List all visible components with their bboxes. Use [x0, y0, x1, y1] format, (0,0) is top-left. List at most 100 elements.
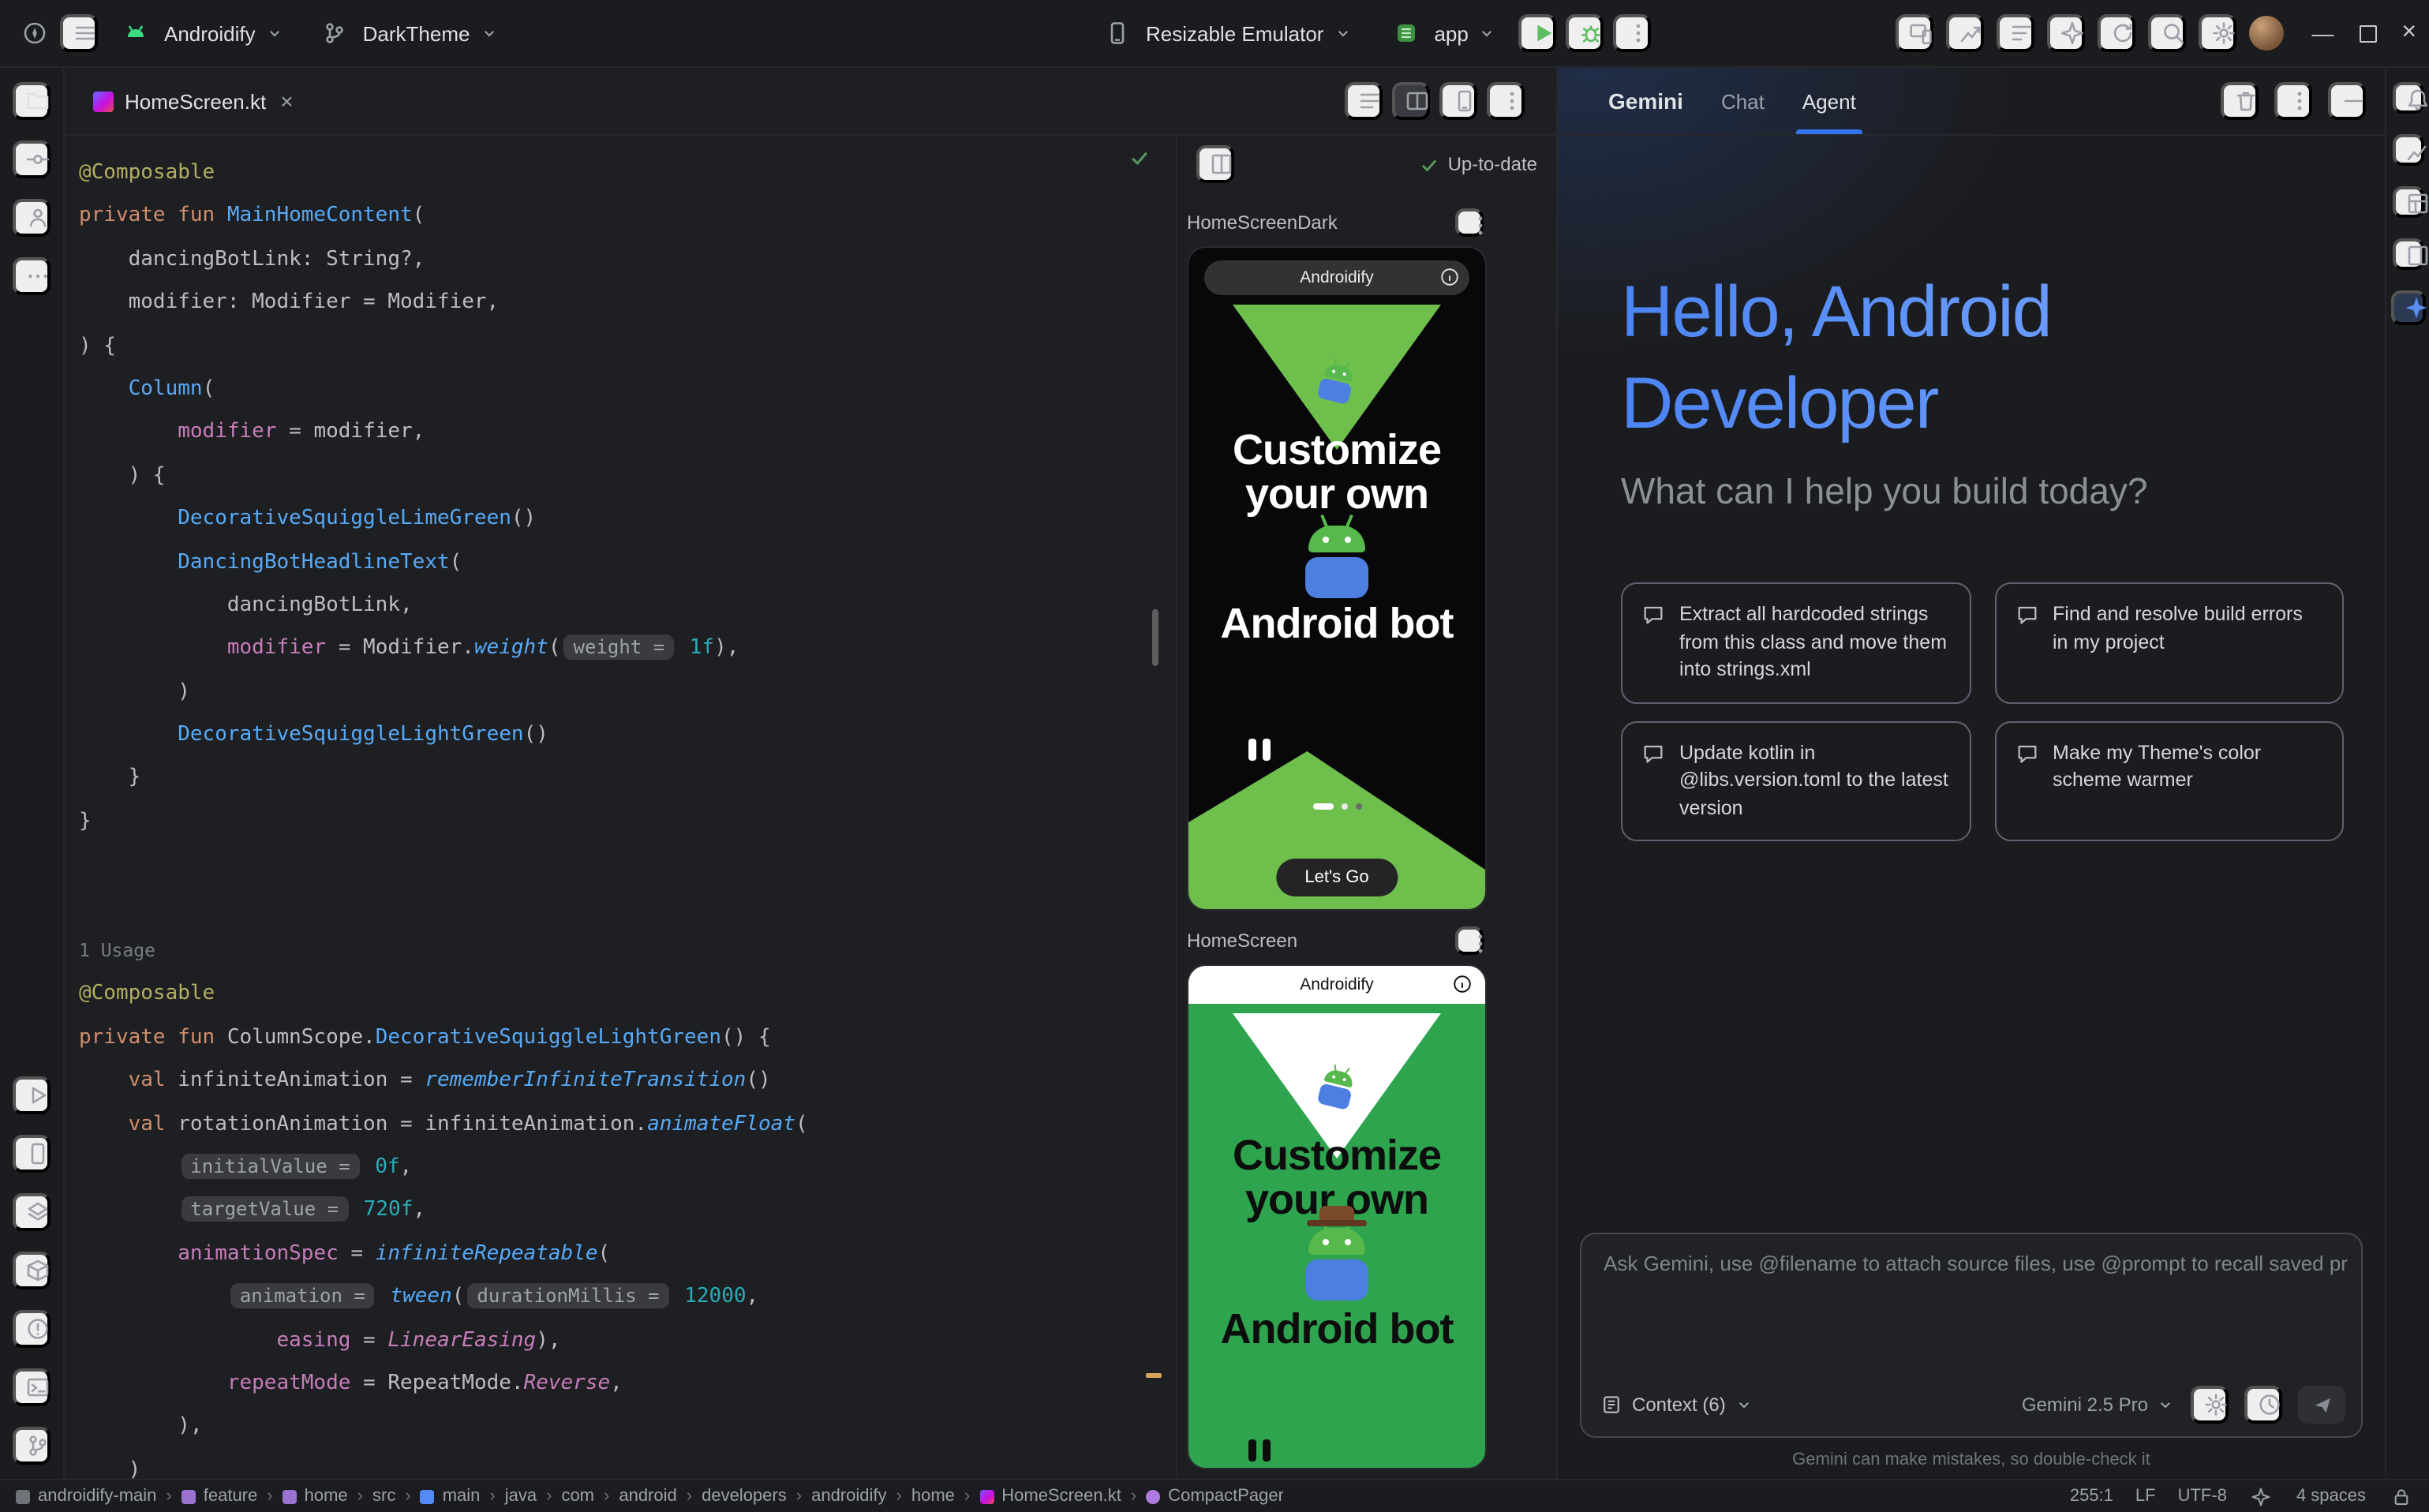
gemini-settings-icon[interactable] — [2191, 1386, 2229, 1424]
editor-scrollbar[interactable] — [1152, 609, 1158, 666]
file-encoding[interactable]: UTF-8 — [2178, 1487, 2227, 1506]
code-line[interactable]: } — [79, 757, 1176, 800]
code-line[interactable]: targetValue = 720f, — [79, 1189, 1176, 1233]
breadcrumb-item[interactable]: androidify-main — [16, 1487, 156, 1506]
breadcrumb-item[interactable]: HomeScreen.kt — [979, 1487, 1121, 1506]
build-icon[interactable] — [13, 1252, 51, 1289]
project-selector[interactable]: Androidify — [104, 8, 297, 58]
split-view-icon[interactable] — [1392, 82, 1430, 120]
preview-kebab-icon[interactable] — [1455, 208, 1484, 237]
code-line[interactable] — [79, 886, 1176, 930]
lock-icon[interactable] — [2388, 1484, 2413, 1509]
gemini-suggestion-card[interactable]: Make my Theme's color scheme warmer — [1994, 720, 2344, 841]
tab-homescreen-kt[interactable]: HomeScreen.kt × — [77, 68, 309, 134]
breadcrumb-item[interactable]: feature — [182, 1487, 258, 1506]
code-line[interactable]: repeatMode = RepeatMode.Reverse, — [79, 1362, 1176, 1405]
code-line[interactable]: } — [79, 800, 1176, 844]
code-line[interactable]: ), — [79, 1405, 1176, 1449]
code-line[interactable]: ) — [79, 1448, 1176, 1479]
line-ending[interactable]: LF — [2135, 1487, 2156, 1506]
hide-panel-icon[interactable] — [2328, 82, 2366, 120]
code-line[interactable]: Column( — [79, 368, 1176, 411]
notifications-icon[interactable] — [2392, 82, 2423, 114]
breadcrumb-item[interactable]: src — [372, 1487, 395, 1506]
more-tool-windows-icon[interactable] — [13, 257, 51, 295]
code-line[interactable]: ) { — [79, 454, 1176, 497]
gemini-suggestion-card[interactable]: Extract all hardcoded strings from this … — [1621, 582, 1971, 703]
preview-phone-homescreen[interactable]: Androidify Customize your own — [1187, 964, 1487, 1469]
code-line[interactable]: DecorativeSquiggleLightGreen() — [79, 713, 1176, 757]
code-line[interactable]: animationSpec = infiniteRepeatable( — [79, 1233, 1176, 1276]
branch-selector[interactable]: DarkTheme — [303, 8, 511, 58]
breadcrumb-item[interactable]: com — [561, 1487, 594, 1506]
gemini-prompt-input[interactable] — [1600, 1250, 2352, 1277]
code-line[interactable]: dancingBotLink: String?, — [79, 238, 1176, 282]
main-menu-button[interactable] — [60, 14, 98, 52]
structure-icon[interactable] — [2392, 238, 2423, 270]
more-actions-button[interactable] — [1614, 14, 1652, 52]
code-line[interactable]: val rotationAnimation = infiniteAnimatio… — [79, 1102, 1176, 1146]
code-line[interactable]: ) { — [79, 324, 1176, 368]
code-line[interactable]: modifier = Modifier.weight(weight = 1f), — [79, 627, 1176, 671]
project-folder-icon[interactable] — [13, 82, 51, 120]
run-tool-icon[interactable] — [13, 1076, 51, 1114]
code-line[interactable]: modifier = modifier, — [79, 411, 1176, 455]
breadcrumb-item[interactable]: main — [421, 1487, 481, 1506]
context-selector[interactable]: Context (6) — [1600, 1394, 1754, 1416]
version-control-icon[interactable] — [13, 1427, 51, 1465]
close-button[interactable]: × — [2401, 21, 2416, 46]
commit-icon[interactable] — [13, 140, 51, 178]
code-line[interactable]: private fun MainHomeContent( — [79, 195, 1176, 238]
sync-icon[interactable] — [2097, 14, 2135, 52]
code-view-icon[interactable] — [1345, 82, 1383, 120]
model-selector[interactable]: Gemini 2.5 Pro — [2022, 1394, 2175, 1416]
close-tab-icon[interactable]: × — [280, 88, 293, 114]
device-manager-icon[interactable] — [13, 1135, 51, 1173]
run-config-selector[interactable]: app — [1374, 8, 1509, 58]
gemini-suggestion-card[interactable]: Update kotlin in @libs.version.toml to t… — [1621, 720, 1971, 841]
code-line[interactable]: 1 Usage — [79, 930, 1176, 973]
history-icon[interactable] — [2244, 1386, 2282, 1424]
code-line[interactable] — [79, 844, 1176, 887]
ai-assistant-icon[interactable] — [2046, 14, 2084, 52]
preview-phone-homescreendark[interactable]: Androidify Customize your own — [1187, 246, 1487, 911]
device-selector[interactable]: Resizable Emulator — [1086, 8, 1364, 58]
preview-kebab-icon[interactable] — [1455, 926, 1484, 955]
code-line[interactable]: DancingBotHeadlineText( — [79, 541, 1176, 584]
code-line[interactable]: easing = LinearEasing), — [79, 1319, 1176, 1362]
user-avatar[interactable] — [2248, 16, 2283, 51]
inspections-ok-icon[interactable] — [1128, 147, 1151, 169]
search-icon[interactable] — [2147, 14, 2185, 52]
breadcrumb-item[interactable]: home — [911, 1487, 955, 1506]
code-line[interactable]: dancingBotLink, — [79, 584, 1176, 627]
code-line[interactable]: DecorativeSquiggleLimeGreen() — [79, 497, 1176, 541]
run-button[interactable] — [1519, 14, 1557, 52]
debug-button[interactable] — [1566, 14, 1604, 52]
breadcrumb-item[interactable]: CompactPager — [1146, 1487, 1284, 1506]
code-line[interactable]: @Composable — [79, 973, 1176, 1016]
breadcrumb-item[interactable]: home — [283, 1487, 348, 1506]
tab-chat[interactable]: Chat — [1721, 68, 1765, 134]
breadcrumb-item[interactable]: java — [505, 1487, 537, 1506]
code-line[interactable]: private fun ColumnScope.DecorativeSquigg… — [79, 1016, 1176, 1060]
terminal-icon[interactable] — [13, 1368, 51, 1406]
breadcrumb-item[interactable]: androidify — [811, 1487, 886, 1506]
code-line[interactable]: val infiniteAnimation = rememberInfinite… — [79, 1059, 1176, 1102]
settings-icon[interactable] — [2198, 14, 2236, 52]
breadcrumb-item[interactable]: developers — [702, 1487, 787, 1506]
profiler-strip-icon[interactable] — [2392, 134, 2423, 166]
caret-position[interactable]: 255:1 — [2070, 1487, 2113, 1506]
collaboration-icon[interactable] — [13, 199, 51, 237]
profiler-icon[interactable] — [1945, 14, 1983, 52]
gemini-suggestion-card[interactable]: Find and resolve build errors in my proj… — [1994, 582, 2344, 703]
gemini-kebab-icon[interactable] — [2274, 82, 2312, 120]
code-editor[interactable]: @Composableprivate fun MainHomeContent( … — [65, 136, 1176, 1479]
problems-icon[interactable] — [13, 1310, 51, 1348]
code-line[interactable]: @Composable — [79, 152, 1176, 195]
indent-setting[interactable]: 4 spaces — [2296, 1487, 2366, 1506]
code-line[interactable]: ) — [79, 670, 1176, 713]
preview-scroll[interactable]: HomeScreenDark Androidify — [1177, 193, 1556, 1479]
editor-kebab-icon[interactable] — [1487, 82, 1525, 120]
tab-agent[interactable]: Agent — [1802, 68, 1856, 134]
lets-go-button[interactable]: Let's Go — [1276, 859, 1397, 896]
